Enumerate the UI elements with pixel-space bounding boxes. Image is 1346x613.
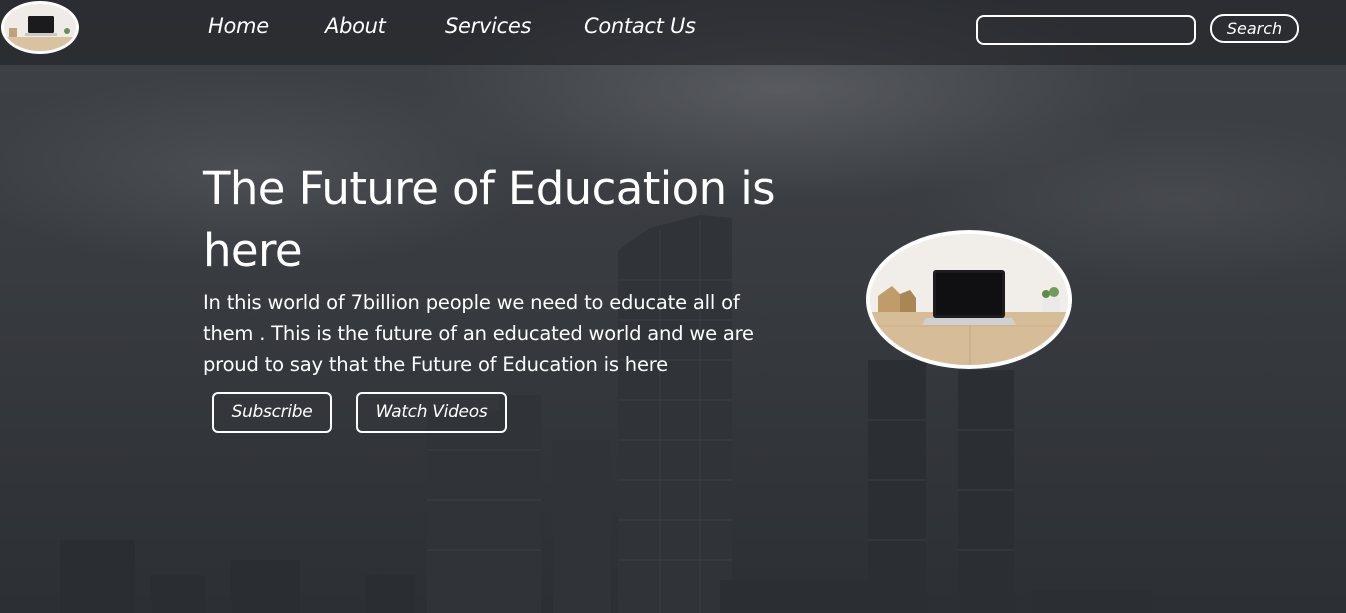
- hero-description: In this world of 7billion people we need…: [203, 291, 754, 376]
- logo-laptop-icon[interactable]: [1, 1, 79, 54]
- search-input[interactable]: [976, 15, 1196, 45]
- nav-link-contact-us[interactable]: Contact Us: [584, 14, 696, 38]
- nav-link-home[interactable]: Home: [208, 14, 269, 38]
- hero-laptop-image: [866, 230, 1072, 369]
- top-navbar: Home About Services Contact Us Search: [0, 0, 1346, 65]
- laptop-photo-icon: [4, 4, 76, 51]
- nav-link-about[interactable]: About: [325, 14, 386, 38]
- search-button[interactable]: Search: [1210, 14, 1299, 43]
- watch-videos-button[interactable]: Watch Videos: [356, 392, 507, 433]
- hero-title: The Future of Education is here: [203, 162, 776, 277]
- subscribe-button[interactable]: Subscribe: [212, 392, 332, 433]
- laptop-photo-icon: [870, 234, 1068, 365]
- nav-link-services[interactable]: Services: [445, 14, 531, 38]
